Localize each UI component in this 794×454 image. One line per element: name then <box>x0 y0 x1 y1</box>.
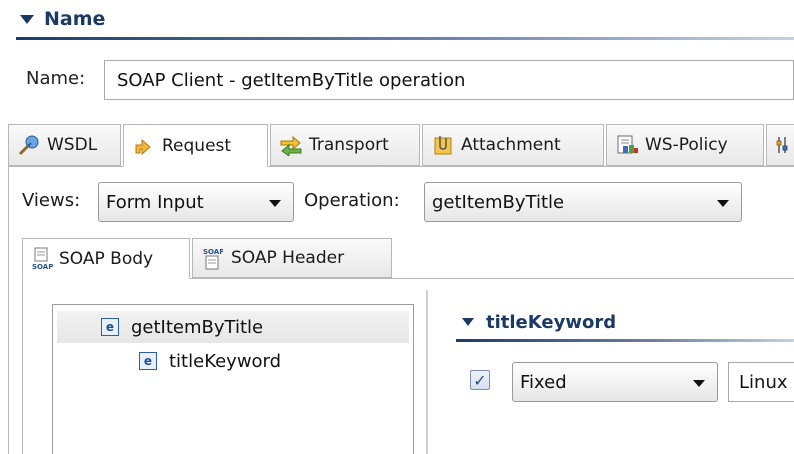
operation-selected: getItemByTitle <box>432 191 565 213</box>
name-section-header[interactable]: Name <box>12 6 105 32</box>
request-icon <box>132 135 156 157</box>
element-icon: e <box>139 352 157 370</box>
chevron-down-icon <box>717 200 729 207</box>
section-divider <box>16 37 794 40</box>
views-label: Views: <box>22 190 81 211</box>
collapse-triangle-icon[interactable] <box>20 14 34 24</box>
soap-icon-text: SOAP <box>203 248 223 256</box>
wsdl-icon <box>17 134 41 156</box>
ws-policy-icon <box>615 134 639 156</box>
titlekeyword-section-header[interactable]: titleKeyword <box>462 310 616 334</box>
tab-label: Attachment <box>461 135 561 155</box>
operation-dropdown[interactable]: getItemByTitle <box>424 182 742 222</box>
tree-item-titlekeyword[interactable]: e titleKeyword <box>57 345 409 377</box>
tree-item-label: getItemByTitle <box>131 316 264 338</box>
tab-transport[interactable]: Transport <box>270 124 420 166</box>
name-input[interactable]: SOAP Client - getItemByTitle operation <box>104 60 794 100</box>
soap-icon-text: SOAP <box>32 263 53 271</box>
request-tab-bar: WSDL Request Transport Attachment WS-Pol… <box>8 124 794 167</box>
element-tree[interactable]: e getItemByTitle e titleKeyword <box>52 304 414 454</box>
section-divider <box>456 339 794 342</box>
tree-item-getitembytitle[interactable]: e getItemByTitle <box>57 311 409 343</box>
settings-icon <box>775 134 794 156</box>
enable-checkbox[interactable]: ✓ <box>470 370 490 390</box>
tab-request[interactable]: Request <box>123 124 268 167</box>
tab-overflow[interactable] <box>766 124 794 166</box>
tab-ws-policy[interactable]: WS-Policy <box>606 124 764 166</box>
tree-item-label: titleKeyword <box>169 350 282 372</box>
chevron-down-icon <box>693 380 705 387</box>
views-dropdown[interactable]: Form Input <box>98 182 294 222</box>
operation-label: Operation: <box>304 190 400 211</box>
tab-soap-body[interactable]: SOAP SOAP Body <box>22 238 190 279</box>
collapse-triangle-icon[interactable] <box>462 318 474 326</box>
checkmark-icon: ✓ <box>473 370 487 390</box>
splitter[interactable] <box>426 290 428 454</box>
value-mode-dropdown[interactable]: Fixed <box>512 362 718 402</box>
transport-icon <box>279 134 303 157</box>
tab-label: SOAP Header <box>231 248 345 268</box>
tab-label: Transport <box>309 135 389 155</box>
tab-label: WSDL <box>47 135 98 155</box>
attachment-icon <box>431 134 455 156</box>
soap-header-icon: SOAP <box>201 246 224 270</box>
soap-body-icon: SOAP <box>31 247 53 271</box>
tab-label: Request <box>162 135 232 156</box>
value-mode-selected: Fixed <box>520 371 567 393</box>
chevron-down-icon <box>269 200 281 207</box>
tab-label: WS-Policy <box>645 135 728 155</box>
views-selected: Form Input <box>106 191 204 213</box>
tab-attachment[interactable]: Attachment <box>422 124 604 166</box>
section-title: Name <box>44 8 106 30</box>
element-icon: e <box>101 318 119 336</box>
tab-wsdl[interactable]: WSDL <box>8 124 121 166</box>
detail-title: titleKeyword <box>486 311 617 333</box>
value-input[interactable]: Linux <box>728 362 794 402</box>
tab-label: SOAP Body <box>59 248 154 269</box>
tab-soap-header[interactable]: SOAP SOAP Header <box>192 238 392 278</box>
name-label: Name: <box>26 68 86 89</box>
